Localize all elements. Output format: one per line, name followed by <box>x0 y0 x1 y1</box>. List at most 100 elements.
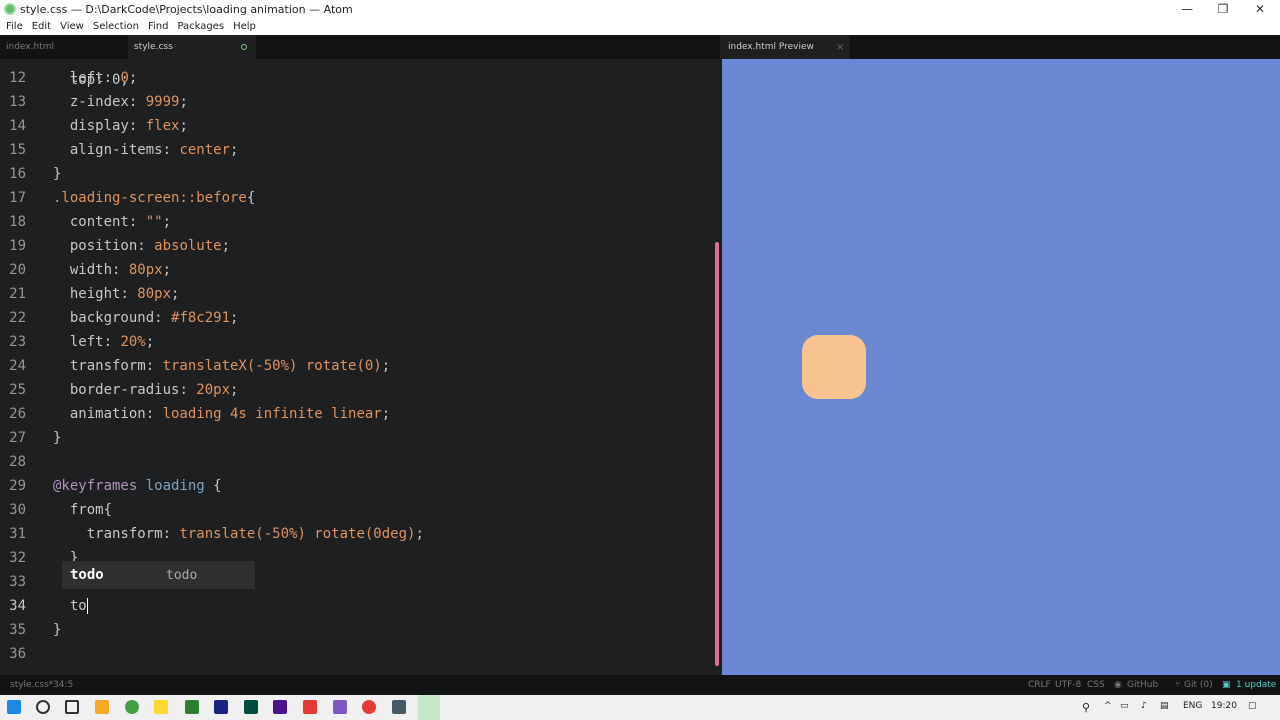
code-text: transform: translateX(-50%) rotate(0); <box>69 358 391 374</box>
line-number: 15 <box>9 142 26 158</box>
code-text: background: #f8c291; <box>69 310 239 326</box>
tab-label: index.html <box>6 42 54 52</box>
autocomplete-popup[interactable]: todo todo <box>62 561 255 589</box>
menu-packages[interactable]: Packages <box>177 21 224 32</box>
loading-box <box>802 335 866 399</box>
search-icon[interactable] <box>36 700 50 714</box>
line-number: 36 <box>9 646 26 662</box>
code-text: z-index: 9999; <box>69 94 188 110</box>
code-line: 18 content: ""; <box>0 210 720 234</box>
status-line-ending[interactable]: CRLF <box>1028 680 1051 690</box>
photoshop-icon[interactable] <box>214 700 228 714</box>
status-git[interactable]: Git (0) <box>1184 680 1213 690</box>
code-line: 22 background: #f8c291; <box>0 306 720 330</box>
text-cursor <box>86 598 88 614</box>
modified-indicator-icon[interactable] <box>241 44 247 50</box>
window-title: style.css — D:\DarkCode\Projects\loading… <box>20 2 353 16</box>
atom-taskbar-icon[interactable] <box>418 695 440 720</box>
audition-icon[interactable] <box>244 700 258 714</box>
code-text: content: ""; <box>69 214 172 230</box>
code-line: 30 from{ <box>0 498 720 522</box>
update-icon: ▣ <box>1222 680 1231 690</box>
app-generic-icon[interactable] <box>392 700 406 714</box>
editor-tab-bar: index.html style.css <box>0 35 720 59</box>
github-icon[interactable]: ◉ <box>1114 680 1122 690</box>
line-number: 31 <box>9 526 26 542</box>
menu-file[interactable]: File <box>6 21 23 32</box>
code-line: 23 left: 20%; <box>0 330 720 354</box>
tab-label: style.css <box>134 42 173 52</box>
app-red-icon[interactable] <box>303 700 317 714</box>
line-number: 14 <box>9 118 26 134</box>
close-button[interactable]: ✕ <box>1242 0 1278 18</box>
people-icon[interactable]: ⚲ <box>1082 701 1090 714</box>
app-icon[interactable] <box>154 700 168 714</box>
status-file[interactable]: style.css* <box>10 680 53 690</box>
code-line: 36 <box>0 642 720 666</box>
volume-icon[interactable]: ♪ <box>1141 701 1147 711</box>
camtasia-icon[interactable] <box>185 700 199 714</box>
network-icon[interactable]: ▭ <box>1120 701 1129 711</box>
line-number: 17 <box>9 190 26 206</box>
line-number: 23 <box>9 334 26 350</box>
tab-close-icon[interactable]: × <box>836 42 844 53</box>
tray-chevron-icon[interactable]: ^ <box>1104 701 1112 711</box>
line-number: 29 <box>9 478 26 494</box>
menu-edit[interactable]: Edit <box>32 21 51 32</box>
line-number: 18 <box>9 214 26 230</box>
minimize-button[interactable]: — <box>1169 0 1205 18</box>
tab-style-css[interactable]: style.css <box>128 35 256 59</box>
restore-button[interactable]: ❐ <box>1205 0 1241 18</box>
notification-icon[interactable]: ▢ <box>1248 701 1257 711</box>
atom-app-icon <box>4 3 16 15</box>
file-explorer-icon[interactable] <box>95 700 109 714</box>
menu-find[interactable]: Find <box>148 21 169 32</box>
code-line: 21 height: 80px; <box>0 282 720 306</box>
code-text: } <box>53 430 62 446</box>
tab-preview[interactable]: index.html Preview × <box>722 35 850 59</box>
code-text: animation: loading 4s infinite linear; <box>69 406 391 422</box>
status-grammar[interactable]: CSS <box>1087 680 1105 690</box>
menu-view[interactable]: View <box>60 21 84 32</box>
line-number: 19 <box>9 238 26 254</box>
premiere-icon[interactable] <box>273 700 287 714</box>
language-indicator[interactable]: ENG <box>1183 701 1202 711</box>
status-encoding[interactable]: UTF-8 <box>1055 680 1081 690</box>
line-number: 25 <box>9 382 26 398</box>
line-number: 26 <box>9 406 26 422</box>
menu-bar: File Edit View Selection Find Packages H… <box>0 18 1280 35</box>
code-text: width: 80px; <box>69 262 172 278</box>
tab-index-html[interactable]: index.html <box>0 35 128 59</box>
editor-scrollbar[interactable] <box>715 242 719 666</box>
code-line: 35} <box>0 618 720 642</box>
code-text: .loading-screen::before{ <box>53 190 256 206</box>
line-number: 28 <box>9 454 26 470</box>
menu-selection[interactable]: Selection <box>93 21 139 32</box>
status-cursor-position[interactable]: 34:5 <box>53 680 73 690</box>
line-number: 33 <box>9 574 26 590</box>
code-line: 15 align-items: center; <box>0 138 720 162</box>
status-update[interactable]: 1 update <box>1236 680 1276 690</box>
keyboard-icon[interactable]: ▤ <box>1160 701 1169 711</box>
clock[interactable]: 19:20 <box>1211 701 1237 711</box>
status-github[interactable]: GitHub <box>1127 680 1158 690</box>
visual-studio-icon[interactable] <box>333 700 347 714</box>
code-line: 28 <box>0 450 720 474</box>
code-text: } <box>53 622 62 638</box>
code-line: 12 left: 0; <box>0 66 720 90</box>
code-text: height: 80px; <box>69 286 180 302</box>
code-text: to <box>53 598 88 614</box>
menu-help[interactable]: Help <box>233 21 256 32</box>
windows-taskbar: ⚲ ^ ▭ ♪ ▤ ENG 19:20 ▢ <box>0 695 1280 720</box>
code-text: display: flex; <box>69 118 188 134</box>
task-view-icon[interactable] <box>65 700 79 714</box>
code-line: 20 width: 80px; <box>0 258 720 282</box>
chrome-browser-icon[interactable] <box>362 700 376 714</box>
autocomplete-suggestion[interactable]: todo <box>70 567 166 583</box>
git-icon: ⑂ <box>1175 680 1181 690</box>
code-text: position: absolute; <box>69 238 231 254</box>
chrome-icon[interactable] <box>125 700 139 714</box>
line-number: 13 <box>9 94 26 110</box>
line-number: 30 <box>9 502 26 518</box>
windows-start-icon[interactable] <box>7 700 21 714</box>
